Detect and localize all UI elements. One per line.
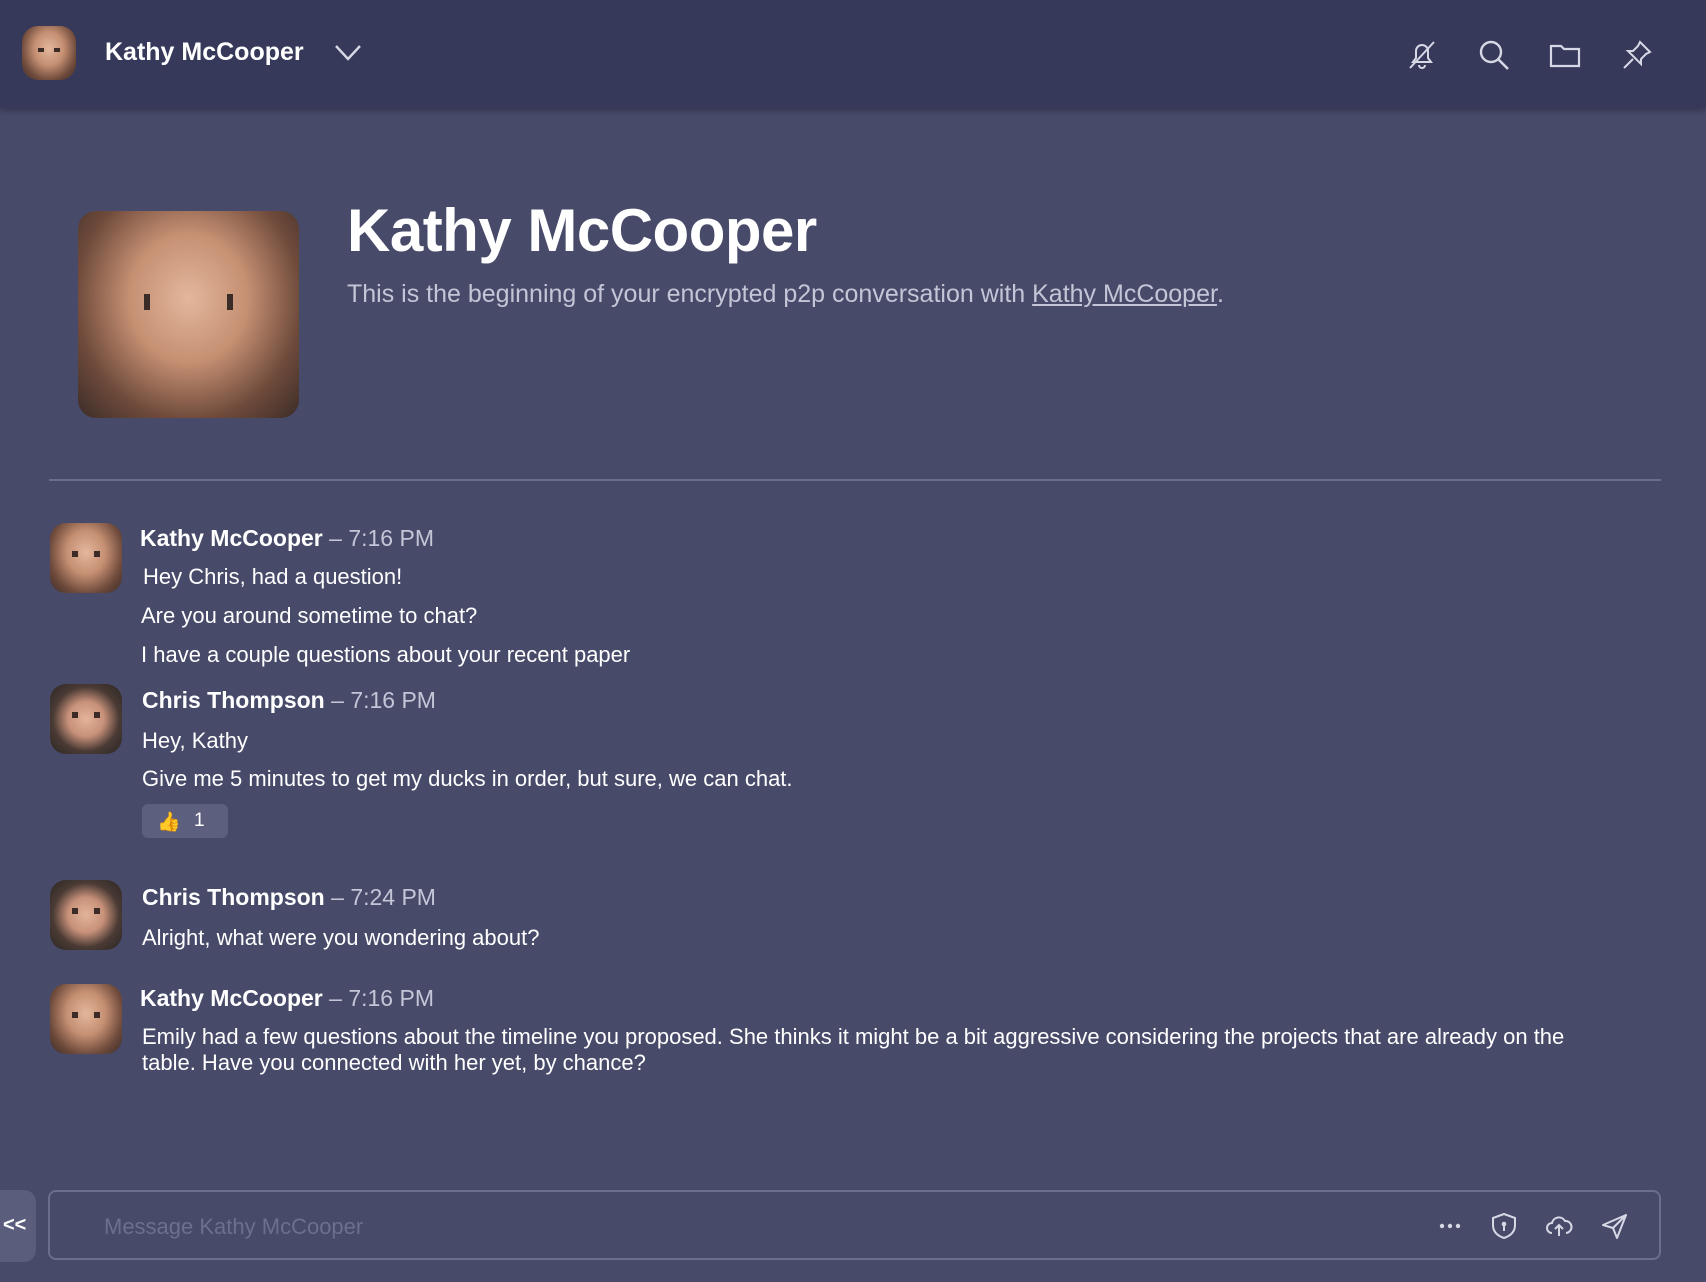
intro-divider [49,479,1661,481]
message-text: Emily had a few questions about the time… [142,1024,1565,1049]
folder-icon[interactable] [1548,38,1582,72]
reaction-badge[interactable]: 👍 1 [142,804,228,838]
message-separator: – [324,687,351,713]
message-avatar[interactable] [50,984,122,1054]
message-author[interactable]: Kathy McCooper [140,985,323,1011]
contact-profile-photo [78,211,299,418]
message-separator: – [324,884,351,910]
send-icon[interactable] [1600,1212,1628,1240]
collapse-sidebar-button[interactable]: << [0,1190,36,1262]
contact-link[interactable]: Kathy McCooper [1032,280,1217,308]
message-text: table. Have you connected with her yet, … [142,1050,646,1075]
message-text: Hey Chris, had a question! [143,564,403,589]
conversation-description: This is the beginning of your encrypted … [347,280,1224,309]
message-time: 7:16 PM [348,985,434,1011]
message-avatar[interactable] [50,523,122,593]
message-time: 7:24 PM [350,884,436,910]
message-header: Kathy McCooper – 7:16 PM [140,985,434,1012]
reaction-count: 1 [194,810,205,831]
description-suffix: . [1216,280,1224,308]
collapse-label: << [3,1214,27,1236]
search-icon[interactable] [1477,38,1511,72]
thumbs-up-icon: 👍 [157,812,181,833]
message-avatar[interactable] [50,880,122,950]
contact-name[interactable]: Kathy McCooper [105,38,304,67]
upload-cloud-icon[interactable] [1545,1212,1573,1240]
top-bar: Kathy McCooper [0,0,1706,108]
message-separator: – [322,525,349,551]
message-separator: – [322,985,349,1011]
message-text: Give me 5 minutes to get my ducks in ord… [142,766,793,791]
message-author[interactable]: Chris Thompson [142,884,325,910]
chevron-down-icon[interactable] [333,40,363,64]
message-text: Are you around sometime to chat? [141,603,478,628]
description-text: This is the beginning of your encrypted … [347,280,1033,308]
pin-icon[interactable] [1620,38,1654,72]
conversation-title: Kathy McCooper [347,197,817,264]
message-time: 7:16 PM [348,525,434,551]
message-composer [48,1190,1661,1260]
message-header: Chris Thompson – 7:24 PM [142,884,436,911]
message-time: 7:16 PM [350,687,436,713]
message-header: Kathy McCooper – 7:16 PM [140,525,434,552]
message-avatar[interactable] [50,684,122,754]
message-text: Hey, Kathy [142,728,248,753]
message-input[interactable] [102,1206,1356,1248]
message-text: Alright, what were you wondering about? [142,925,540,950]
message-author[interactable]: Chris Thompson [142,687,325,713]
more-icon[interactable] [1436,1212,1464,1240]
contact-avatar[interactable] [22,26,76,80]
message-text: I have a couple questions about your rec… [141,642,631,667]
shield-icon[interactable] [1490,1212,1518,1240]
bell-off-icon[interactable] [1405,38,1439,72]
message-header: Chris Thompson – 7:16 PM [142,687,436,714]
message-author[interactable]: Kathy McCooper [140,525,323,551]
